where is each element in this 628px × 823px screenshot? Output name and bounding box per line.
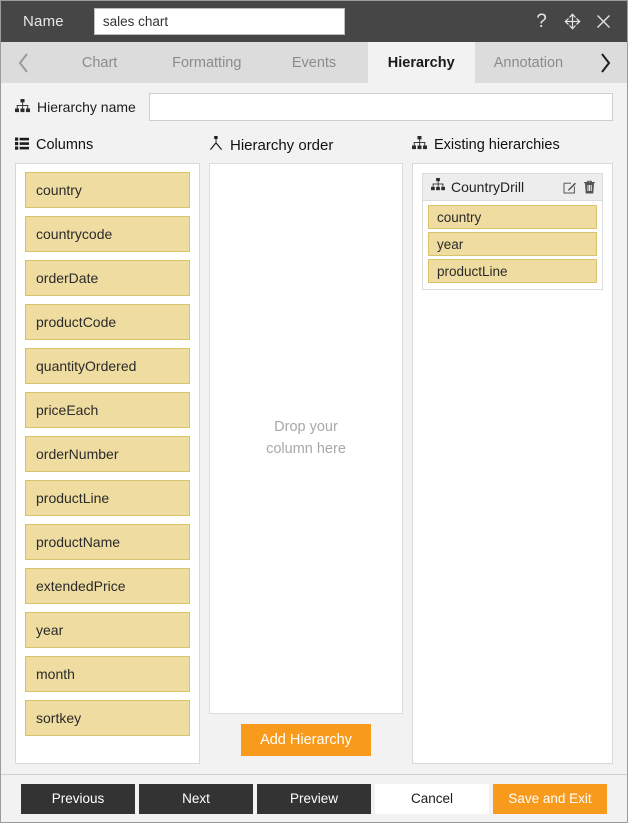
column-chip[interactable]: priceEach xyxy=(25,392,190,428)
edit-pencil-icon[interactable] xyxy=(563,180,577,194)
columns-list-box: country countrycode orderDate productCod… xyxy=(15,163,200,764)
move-arrows-icon[interactable] xyxy=(563,11,582,32)
tab-label: Annotation xyxy=(493,54,564,71)
column-chip[interactable]: year xyxy=(25,612,190,648)
hierarchy-item[interactable]: productLine xyxy=(428,259,597,283)
hierarchy-item-label: productLine xyxy=(437,263,508,279)
tab-label: Events xyxy=(291,54,337,71)
column-chip-label: sortkey xyxy=(36,710,82,726)
column-chip[interactable]: quantityOrdered xyxy=(25,348,190,384)
add-hierarchy-button[interactable]: Add Hierarchy xyxy=(241,724,371,756)
preview-button[interactable]: Preview xyxy=(257,783,371,814)
dialog-footer: Previous Next Preview Cancel Save and Ex… xyxy=(1,774,627,822)
hierarchy-item-label: country xyxy=(437,209,482,225)
column-chip-label: quantityOrdered xyxy=(36,358,137,374)
column-chip-label: extendedPrice xyxy=(36,578,126,594)
next-button[interactable]: Next xyxy=(139,783,253,814)
tab-label: Formatting xyxy=(172,54,242,71)
list-icon xyxy=(15,137,29,154)
columns-list: country countrycode orderDate productCod… xyxy=(16,164,199,744)
tab-scroll-right-button[interactable] xyxy=(582,42,627,83)
column-chip-label: productLine xyxy=(36,490,110,506)
column-chip[interactable]: extendedPrice xyxy=(25,568,190,604)
hierarchy-dropzone[interactable]: Drop your column here xyxy=(209,163,403,714)
dropzone-hint-line2: column here xyxy=(266,440,346,457)
previous-button[interactable]: Previous xyxy=(21,783,135,814)
hierarchy-card-header: CountryDrill xyxy=(423,174,602,201)
sitemap-icon xyxy=(431,178,445,196)
column-chip[interactable]: productCode xyxy=(25,304,190,340)
dialog-titlebar: Name ? xyxy=(1,1,627,42)
column-chip[interactable]: orderNumber xyxy=(25,436,190,472)
close-icon[interactable] xyxy=(594,11,613,32)
chart-name-input[interactable] xyxy=(93,8,345,35)
tab-formatting[interactable]: Formatting xyxy=(153,42,260,83)
hierarchy-card: CountryDrill country year productLine xyxy=(422,173,603,290)
column-chip-label: productName xyxy=(36,534,121,550)
column-chip[interactable]: productName xyxy=(25,524,190,560)
hierarchy-order-header: Hierarchy order xyxy=(209,133,403,157)
column-chip-label: orderNumber xyxy=(36,446,119,462)
tab-label: Hierarchy xyxy=(387,54,455,71)
trash-icon[interactable] xyxy=(583,180,596,194)
hierarchy-item[interactable]: country xyxy=(428,205,597,229)
hierarchy-name-input[interactable] xyxy=(148,93,613,121)
column-chip-label: priceEach xyxy=(36,402,99,418)
tab-events[interactable]: Events xyxy=(260,42,367,83)
column-chip-label: year xyxy=(36,622,64,638)
hierarchy-card-items: country year productLine xyxy=(423,201,602,289)
save-and-exit-button[interactable]: Save and Exit xyxy=(493,783,607,814)
tab-list: Chart Formatting Events Hierarchy Annota… xyxy=(46,42,582,83)
sitemap-icon xyxy=(412,136,427,154)
existing-hierarchies-box: CountryDrill country year productLine xyxy=(412,163,613,764)
hierarchy-name-row: Hierarchy name xyxy=(1,83,627,127)
columns-panel-title: Columns xyxy=(36,137,94,153)
hierarchy-item-label: year xyxy=(437,236,464,252)
name-label: Name xyxy=(23,13,64,30)
column-chip[interactable]: countrycode xyxy=(25,216,190,252)
sitemap-icon xyxy=(15,98,30,116)
hierarchy-name-label-text: Hierarchy name xyxy=(37,99,136,115)
hierarchy-card-name: CountryDrill xyxy=(451,179,525,195)
column-chip-label: country xyxy=(36,182,82,198)
column-chip[interactable]: month xyxy=(25,656,190,692)
tab-scroll-left-button[interactable] xyxy=(1,42,46,83)
hierarchy-node-icon xyxy=(209,136,223,154)
hierarchy-card-actions xyxy=(563,180,596,194)
tab-strip: Chart Formatting Events Hierarchy Annota… xyxy=(1,42,627,84)
titlebar-actions: ? xyxy=(532,11,617,32)
hierarchy-order-title: Hierarchy order xyxy=(230,136,334,154)
existing-hierarchies-column: Existing hierarchies CountryDrill countr… xyxy=(412,133,613,764)
tab-hierarchy[interactable]: Hierarchy xyxy=(367,42,475,83)
tab-chart[interactable]: Chart xyxy=(46,42,153,83)
column-chip-label: orderDate xyxy=(36,270,99,286)
tab-label: Chart xyxy=(81,54,118,71)
existing-hierarchies-header: Existing hierarchies xyxy=(412,133,613,157)
column-chip[interactable]: sortkey xyxy=(25,700,190,736)
columns-panel-header: Columns xyxy=(15,133,200,157)
column-chip[interactable]: orderDate xyxy=(25,260,190,296)
tab-annotation[interactable]: Annotation xyxy=(475,42,582,83)
hierarchy-item[interactable]: year xyxy=(428,232,597,256)
column-chip[interactable]: country xyxy=(25,172,190,208)
existing-hierarchies-title: Existing hierarchies xyxy=(434,137,560,153)
hierarchy-panels: Columns country countrycode orderDate pr… xyxy=(1,127,627,764)
hierarchy-name-label: Hierarchy name xyxy=(15,98,136,116)
help-icon[interactable]: ? xyxy=(532,11,551,32)
column-chip[interactable]: productLine xyxy=(25,480,190,516)
column-chip-label: productCode xyxy=(36,314,117,330)
column-chip-label: countrycode xyxy=(36,226,113,242)
hierarchy-tab-content: Hierarchy name Columns country countryco… xyxy=(1,83,627,774)
dropzone-hint: Drop your column here xyxy=(266,417,346,459)
cancel-button[interactable]: Cancel xyxy=(375,783,489,814)
chart-properties-dialog: Name ? xyxy=(0,0,628,823)
column-chip-label: month xyxy=(36,666,75,682)
add-hierarchy-wrap: Add Hierarchy xyxy=(209,714,403,764)
hierarchy-order-column: Hierarchy order Drop your column here Ad… xyxy=(209,133,403,764)
columns-column: Columns country countrycode orderDate pr… xyxy=(15,133,200,764)
dropzone-hint-line1: Drop your xyxy=(274,419,338,436)
